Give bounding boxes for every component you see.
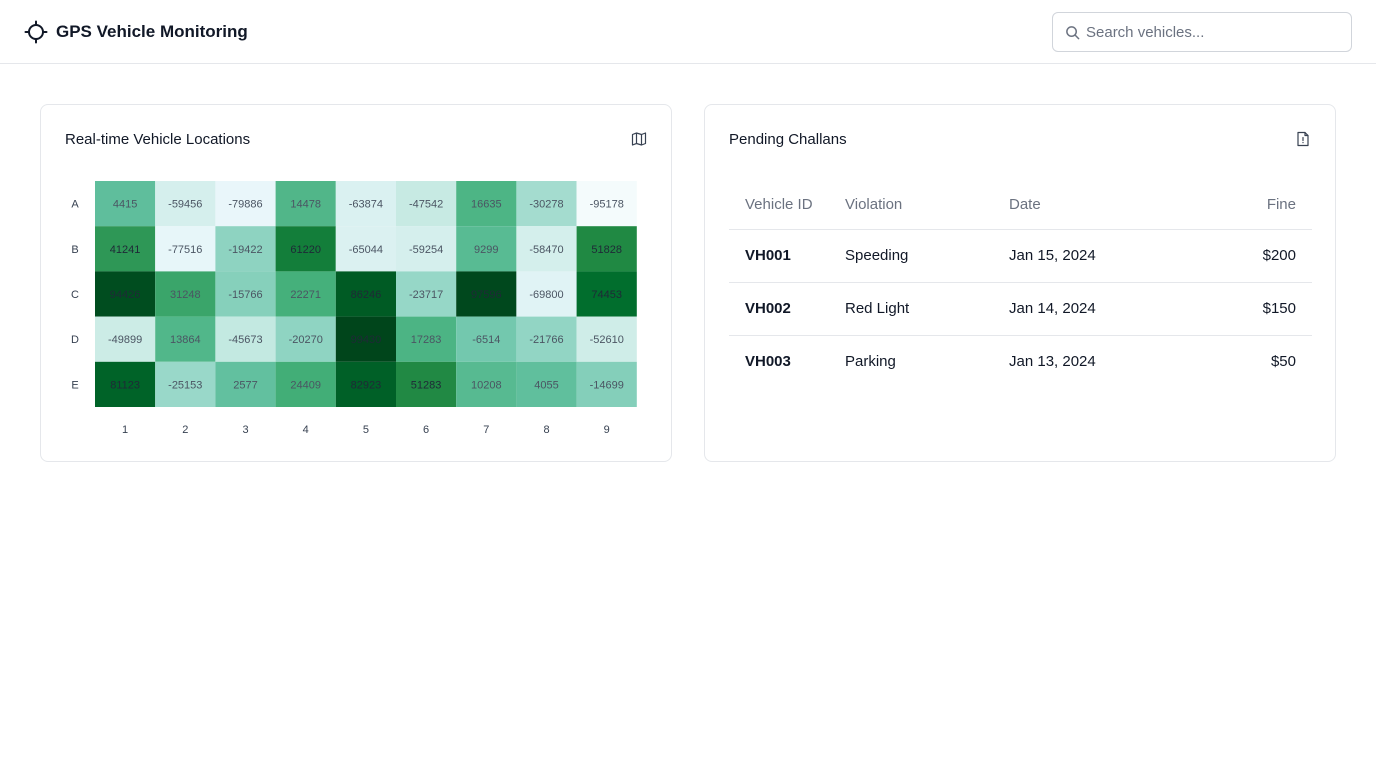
heatmap-cell-label: -25153 xyxy=(168,379,202,391)
column-header-fine: Fine xyxy=(1163,181,1312,230)
heatmap-cell-label: -58470 xyxy=(529,244,563,256)
vehicle-locations-card: Real-time Vehicle Locations 4415 -59456 -7… xyxy=(40,104,672,462)
app-title: GPS Vehicle Monitoring xyxy=(56,22,248,41)
row-tick-label: A xyxy=(71,199,79,211)
heatmap-cell-label: 51828 xyxy=(591,244,622,256)
column-header-violation: Violation xyxy=(829,181,993,230)
heatmap-cell-label: -52610 xyxy=(590,334,624,346)
heatmap-cell-label: 9299 xyxy=(474,244,498,256)
violation-cell: Speeding xyxy=(829,229,993,283)
table-row[interactable]: VH003 Parking Jan 13, 2024 $50 xyxy=(729,335,1312,388)
heatmap-cell-label: 16635 xyxy=(471,199,502,211)
heatmap-cell-label: 86246 xyxy=(351,289,382,301)
brand: GPS Vehicle Monitoring xyxy=(24,20,248,44)
column-tick-label: 8 xyxy=(543,424,549,436)
fine-cell: $50 xyxy=(1270,353,1296,371)
date-cell: Jan 15, 2024 xyxy=(993,229,1163,283)
heatmap-cell-label: 74453 xyxy=(591,289,622,301)
heatmap-cell-label: -30278 xyxy=(529,199,563,211)
heatmap-cell-label: -59456 xyxy=(168,199,202,211)
heatmap-cell-label: -15766 xyxy=(228,289,262,301)
heatmap-cell-label: -69800 xyxy=(529,289,563,301)
heatmap-cell-label: -95178 xyxy=(590,199,624,211)
heatmap-cell-label: 17283 xyxy=(411,334,442,346)
top-bar: GPS Vehicle Monitoring xyxy=(0,0,1376,64)
heatmap-cell-label: -77516 xyxy=(168,244,202,256)
crosshair-icon xyxy=(24,20,48,44)
row-tick-label: B xyxy=(71,244,78,256)
heatmap-cell-label: 97596 xyxy=(471,289,502,301)
heatmap-cell-label: 4055 xyxy=(534,379,558,391)
heatmap-cell-label: -65044 xyxy=(349,244,383,256)
heatmap-cell-label: -45673 xyxy=(228,334,262,346)
heatmap-cell-label: 10208 xyxy=(471,379,502,391)
heatmap-cell-label: -23717 xyxy=(409,289,443,301)
heatmap-cell-label: 81123 xyxy=(110,379,140,391)
heatmap-cell-label: 22271 xyxy=(290,289,321,301)
heatmap-cell-label: -6514 xyxy=(472,334,500,346)
heatmap-cell-label: 13864 xyxy=(170,334,201,346)
column-tick-label: 5 xyxy=(363,424,369,436)
column-tick-label: 1 xyxy=(122,424,128,436)
heatmap-cell-label: -19422 xyxy=(228,244,262,256)
heatmap-cell-label: 4415 xyxy=(113,199,137,211)
row-tick-label: E xyxy=(71,379,78,391)
violation-cell: Red Light xyxy=(829,282,993,336)
heatmap-cell-label: 61220 xyxy=(290,244,321,256)
search-icon xyxy=(1065,25,1080,40)
heatmap-cell-label: 31248 xyxy=(170,289,201,301)
heatmap-cell-label: -14699 xyxy=(590,379,624,391)
heatmap-cell-label: 51283 xyxy=(411,379,442,391)
heatmap-cell-label: 24409 xyxy=(290,379,321,391)
heatmap-cell-label: 94426 xyxy=(110,289,141,301)
column-header-date: Date xyxy=(993,181,1163,230)
table-header-row: Vehicle ID Violation Date Fine xyxy=(729,181,1312,230)
column-tick-label: 2 xyxy=(182,424,188,436)
heatmap-cell-label: 82923 xyxy=(351,379,382,391)
search-box[interactable] xyxy=(1052,12,1352,52)
heatmap-cell-label: -47542 xyxy=(409,199,443,211)
heatmap-cell-label: 41241 xyxy=(110,244,141,256)
challans-table: Vehicle ID Violation Date Fine VH001 Spe… xyxy=(729,181,1312,388)
heatmap-cell-label: 99430 xyxy=(351,334,382,346)
violation-cell: Parking xyxy=(845,353,896,371)
file-alert-icon[interactable] xyxy=(1295,131,1311,147)
row-tick-label: D xyxy=(71,334,79,346)
column-tick-label: 3 xyxy=(242,424,248,436)
location-heatmap: 4415 -59456 -79886 14478 -63874 -47542 16635 -3… xyxy=(71,181,637,436)
date-cell: Jan 14, 2024 xyxy=(993,282,1163,336)
fine-cell: $150 xyxy=(1163,282,1312,336)
column-tick-label: 9 xyxy=(604,424,610,436)
heatmap-cell-label: 14478 xyxy=(290,199,321,211)
table-row[interactable]: VH002 Red Light Jan 14, 2024 $150 xyxy=(729,282,1312,336)
heatmap-cell-label: 2577 xyxy=(233,379,257,391)
vehicle-id-cell: VH002 xyxy=(729,282,829,336)
table-row[interactable]: VH001 Speeding Jan 15, 2024 $200 xyxy=(729,229,1312,283)
vehicle-id-cell: VH001 xyxy=(729,229,829,283)
column-header-vehicle-id: Vehicle ID xyxy=(729,181,829,230)
vehicle-id-cell: VH003 xyxy=(745,353,791,371)
heatmap-cell-label: -20270 xyxy=(289,334,323,346)
column-tick-label: 7 xyxy=(483,424,489,436)
date-cell: Jan 13, 2024 xyxy=(1009,353,1096,371)
fine-cell: $200 xyxy=(1163,229,1312,283)
heatmap-cell-label: -79886 xyxy=(228,199,262,211)
column-tick-label: 4 xyxy=(303,424,309,436)
search-input[interactable] xyxy=(1086,19,1341,45)
column-tick-label: 6 xyxy=(423,424,429,436)
heatmap-cell-label: -59254 xyxy=(409,244,443,256)
heatmap-cell-label: -49899 xyxy=(108,334,142,346)
heatmap-cell-label: -63874 xyxy=(349,199,383,211)
card-title-challans: Pending Challans xyxy=(729,131,847,148)
pending-challans-card: Pending Challans Vehicle ID Violation Da… xyxy=(704,104,1336,462)
row-tick-label: C xyxy=(71,289,79,301)
heatmap-cell-label: -21766 xyxy=(529,334,563,346)
